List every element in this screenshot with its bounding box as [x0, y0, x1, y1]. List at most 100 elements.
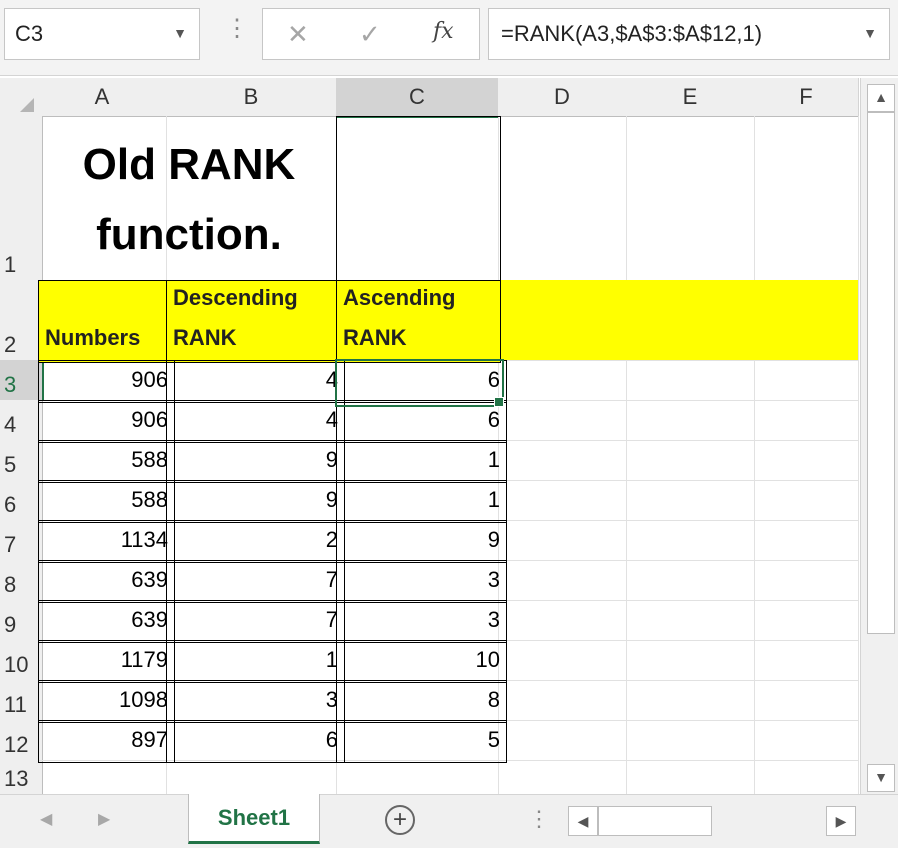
- cell-b13[interactable]: [166, 760, 337, 795]
- tab-split-grip-icon[interactable]: ⋮: [528, 806, 550, 832]
- data-cell-a11[interactable]: 1098: [38, 680, 175, 723]
- scroll-left-icon[interactable]: ◀: [568, 806, 598, 836]
- formula-bar-grip-icon[interactable]: ⋮: [225, 14, 249, 50]
- data-cell-c5[interactable]: 1: [336, 440, 507, 483]
- data-cell-a6[interactable]: 588: [38, 480, 175, 523]
- row-header-9[interactable]: 9: [0, 600, 43, 641]
- data-cell-a8[interactable]: 639: [38, 560, 175, 603]
- header-cell-ascending[interactable]: Ascending RANK: [336, 280, 501, 363]
- data-cell-a4[interactable]: 906: [38, 400, 175, 443]
- formula-input[interactable]: =RANK(A3,$A$3:$A$12,1) ▼: [488, 8, 890, 60]
- data-cell-c10[interactable]: 10: [336, 640, 507, 683]
- add-sheet-icon[interactable]: +: [385, 805, 415, 835]
- data-cell-b11[interactable]: 3: [166, 680, 345, 723]
- horizontal-scroll-thumb[interactable]: [598, 806, 712, 836]
- cell-d9[interactable]: [498, 600, 627, 641]
- cell-d1[interactable]: [498, 116, 627, 281]
- cell-d13[interactable]: [498, 760, 627, 795]
- row-header-8[interactable]: 8: [0, 560, 43, 601]
- cell-d5[interactable]: [498, 440, 627, 481]
- row-header-4[interactable]: 4: [0, 400, 43, 441]
- data-cell-c8[interactable]: 3: [336, 560, 507, 603]
- cell-f4[interactable]: [754, 400, 859, 441]
- cell-e2[interactable]: [626, 280, 755, 361]
- sheet-tab[interactable]: Sheet1: [188, 794, 320, 844]
- cell-e7[interactable]: [626, 520, 755, 561]
- header-cell-numbers[interactable]: Numbers: [38, 280, 169, 363]
- data-cell-b4[interactable]: 4: [166, 400, 345, 443]
- data-cell-c9[interactable]: 3: [336, 600, 507, 643]
- data-cell-b3[interactable]: 4: [166, 360, 345, 403]
- horizontal-scrollbar[interactable]: ◀ ▶: [568, 806, 856, 836]
- data-cell-b5[interactable]: 9: [166, 440, 345, 483]
- previous-sheet-icon[interactable]: ◀: [40, 809, 52, 829]
- cell-f2[interactable]: [754, 280, 859, 361]
- cell-f6[interactable]: [754, 480, 859, 521]
- row-header-1[interactable]: 1: [0, 116, 43, 281]
- row-header-11[interactable]: 11: [0, 680, 43, 721]
- insert-function-icon[interactable]: fx: [433, 19, 454, 44]
- cell-e4[interactable]: [626, 400, 755, 441]
- cell-e13[interactable]: [626, 760, 755, 795]
- cell-f7[interactable]: [754, 520, 859, 561]
- row-header-6[interactable]: 6: [0, 480, 43, 521]
- cell-e11[interactable]: [626, 680, 755, 721]
- row-header-7[interactable]: 7: [0, 520, 43, 561]
- next-sheet-icon[interactable]: ▶: [98, 809, 110, 829]
- cell-d3[interactable]: [498, 360, 627, 401]
- cell-d8[interactable]: [498, 560, 627, 601]
- cell-d4[interactable]: [498, 400, 627, 441]
- enter-icon[interactable]: ✓: [359, 19, 381, 50]
- data-cell-a3[interactable]: 906: [38, 360, 175, 403]
- data-cell-c12[interactable]: 5: [336, 720, 507, 763]
- data-cell-a9[interactable]: 639: [38, 600, 175, 643]
- cell-e9[interactable]: [626, 600, 755, 641]
- column-header-d[interactable]: D: [498, 78, 627, 117]
- name-box-dropdown-icon[interactable]: ▼: [173, 25, 187, 41]
- column-header-b[interactable]: B: [166, 78, 337, 117]
- row-header-13[interactable]: 13: [0, 760, 43, 795]
- column-header-a[interactable]: A: [38, 78, 167, 117]
- scroll-right-icon[interactable]: ▶: [826, 806, 856, 836]
- cell-f13[interactable]: [754, 760, 859, 795]
- select-all-corner[interactable]: [0, 78, 39, 117]
- cell-e5[interactable]: [626, 440, 755, 481]
- data-cell-a10[interactable]: 1179: [38, 640, 175, 683]
- vertical-scrollbar[interactable]: ▲ ▼: [860, 78, 898, 794]
- expand-formula-icon[interactable]: ▼: [863, 25, 877, 41]
- data-cell-b10[interactable]: 1: [166, 640, 345, 683]
- vertical-scroll-thumb[interactable]: [867, 112, 895, 634]
- name-box[interactable]: C3 ▼: [4, 8, 200, 60]
- row-header-12[interactable]: 12: [0, 720, 43, 761]
- data-cell-c7[interactable]: 9: [336, 520, 507, 563]
- data-cell-b8[interactable]: 7: [166, 560, 345, 603]
- cell-f9[interactable]: [754, 600, 859, 641]
- data-cell-c11[interactable]: 8: [336, 680, 507, 723]
- cell-f3[interactable]: [754, 360, 859, 401]
- cancel-icon[interactable]: ✕: [287, 19, 309, 50]
- cell-e12[interactable]: [626, 720, 755, 761]
- data-cell-b7[interactable]: 2: [166, 520, 345, 563]
- scroll-down-icon[interactable]: ▼: [867, 764, 895, 792]
- cell-f5[interactable]: [754, 440, 859, 481]
- fill-handle[interactable]: [494, 397, 504, 407]
- cell-e3[interactable]: [626, 360, 755, 401]
- data-cell-b6[interactable]: 9: [166, 480, 345, 523]
- data-cell-a7[interactable]: 1134: [38, 520, 175, 563]
- cell-e8[interactable]: [626, 560, 755, 601]
- cell-d12[interactable]: [498, 720, 627, 761]
- cell-d6[interactable]: [498, 480, 627, 521]
- cell-a13[interactable]: [38, 760, 167, 795]
- cell-f1[interactable]: [754, 116, 859, 281]
- scroll-up-icon[interactable]: ▲: [867, 84, 895, 112]
- worksheet-grid[interactable]: A B C D E F 1 2 3 4 5 6 7 8 9 10 11 12 13 Old RANK function.…: [0, 78, 859, 795]
- row-header-5[interactable]: 5: [0, 440, 43, 481]
- cell-e6[interactable]: [626, 480, 755, 521]
- cell-c13[interactable]: [336, 760, 499, 795]
- column-header-f[interactable]: F: [754, 78, 859, 117]
- cell-d2[interactable]: [498, 280, 627, 361]
- data-cell-a12[interactable]: 897: [38, 720, 175, 763]
- data-cell-b12[interactable]: 6: [166, 720, 345, 763]
- data-cell-b9[interactable]: 7: [166, 600, 345, 643]
- cell-e1[interactable]: [626, 116, 755, 281]
